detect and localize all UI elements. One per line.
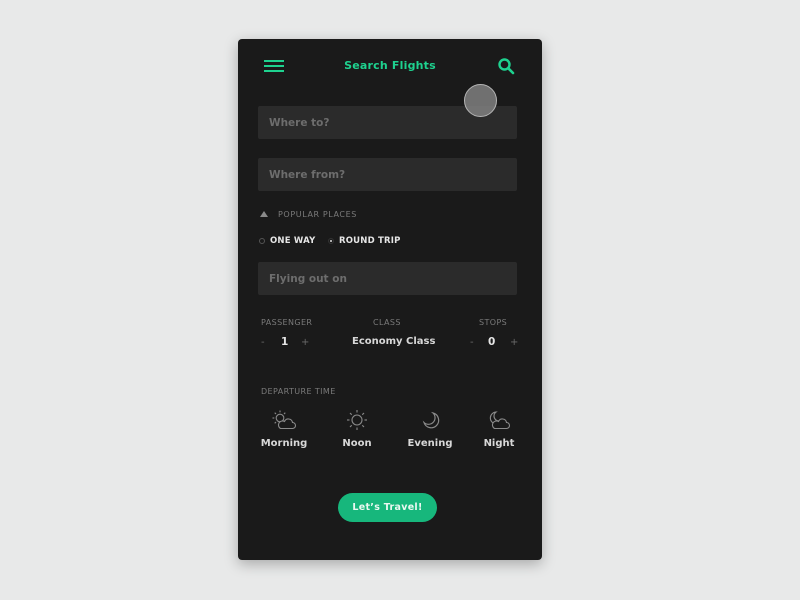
class-selector[interactable]: Economy Class bbox=[352, 336, 435, 347]
trip-type-round-trip[interactable]: ROUND TRIP bbox=[328, 236, 401, 246]
sun-icon bbox=[347, 410, 367, 430]
departure-time-label-text: Night bbox=[483, 438, 515, 449]
departure-time-morning[interactable]: Morning bbox=[254, 409, 314, 449]
departure-time-label-text: Noon bbox=[342, 438, 372, 449]
where-to-input[interactable] bbox=[258, 106, 517, 139]
moon-behind-cloud-icon bbox=[489, 411, 510, 430]
departure-time-noon[interactable]: Noon bbox=[327, 409, 387, 449]
departure-time-evening[interactable]: Evening bbox=[400, 409, 460, 449]
lets-travel-button[interactable]: Let’s Travel! bbox=[338, 493, 437, 522]
departure-time-label-text: Evening bbox=[407, 438, 453, 449]
stops-label: STOPS bbox=[479, 318, 508, 327]
passenger-increment-button[interactable]: + bbox=[301, 337, 309, 348]
stops-count: 0 bbox=[488, 336, 496, 348]
triangle-up-icon bbox=[260, 211, 268, 217]
passenger-count: 1 bbox=[281, 336, 289, 348]
departure-time-label-text: Morning bbox=[260, 438, 308, 449]
stops-increment-button[interactable]: + bbox=[510, 337, 518, 348]
departure-time-label: DEPARTURE TIME bbox=[261, 387, 336, 396]
sun-behind-cloud-icon bbox=[272, 410, 296, 430]
popular-places-label: POPULAR PLACES bbox=[278, 209, 357, 219]
trip-type-one-way[interactable]: ONE WAY bbox=[259, 236, 315, 246]
crescent-moon-icon bbox=[422, 411, 440, 429]
stops-decrement-button[interactable]: - bbox=[470, 337, 474, 348]
popular-places-toggle[interactable]: POPULAR PLACES bbox=[260, 208, 357, 220]
trip-type-label: ROUND TRIP bbox=[339, 236, 401, 246]
flying-out-date-input[interactable] bbox=[258, 262, 517, 295]
departure-time-night[interactable]: Night bbox=[469, 409, 529, 449]
search-button[interactable] bbox=[497, 57, 515, 75]
where-from-input[interactable] bbox=[258, 158, 517, 191]
radio-selected-icon bbox=[328, 238, 334, 244]
header: Search Flights bbox=[238, 39, 542, 95]
passenger-decrement-button[interactable]: - bbox=[261, 337, 265, 348]
passenger-label: PASSENGER bbox=[261, 318, 313, 327]
search-flights-card: Search Flights POPULAR PLACES ONE WAY RO… bbox=[238, 39, 542, 560]
class-label: CLASS bbox=[373, 318, 401, 327]
search-icon bbox=[498, 58, 515, 75]
trip-type-label: ONE WAY bbox=[270, 236, 316, 246]
radio-icon bbox=[259, 238, 265, 244]
